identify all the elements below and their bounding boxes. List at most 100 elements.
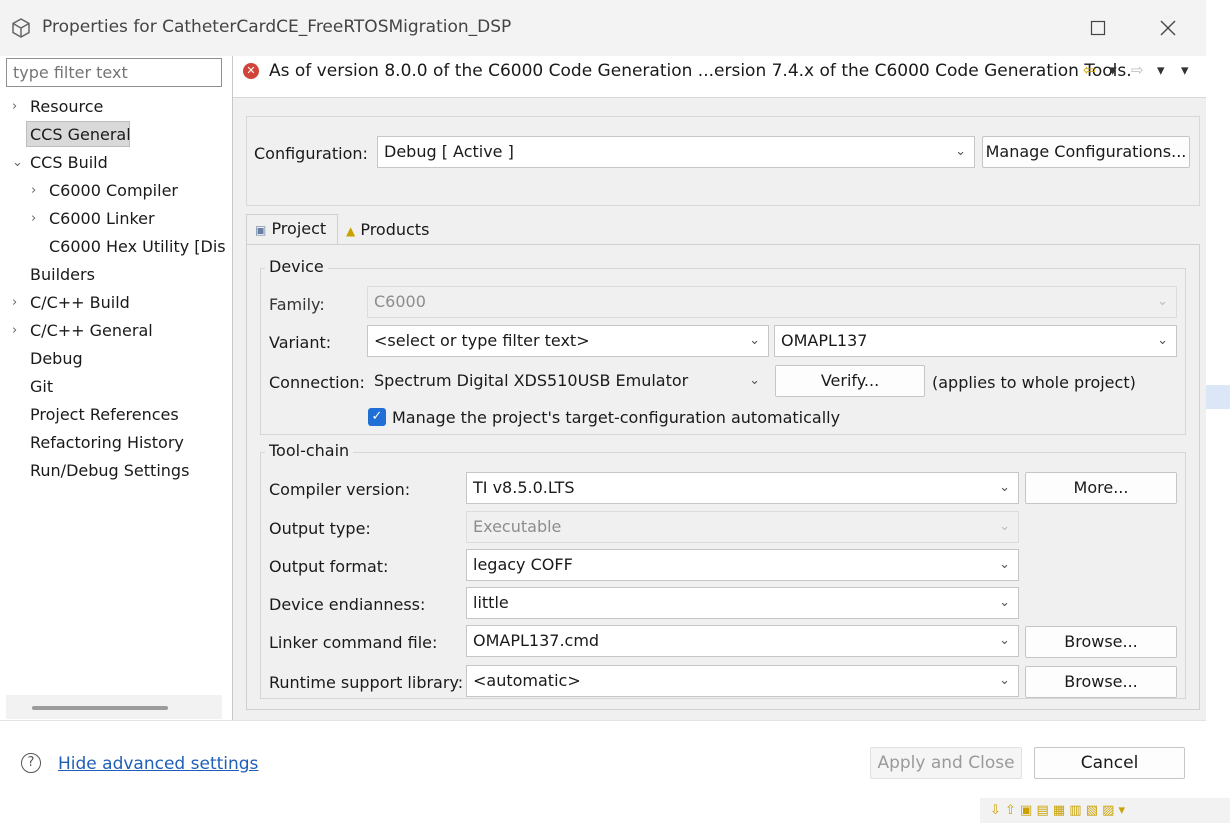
- cancel-button[interactable]: Cancel: [1034, 747, 1185, 779]
- project-tab-content: Device Family: C6000 ⌄ Variant: <select …: [246, 244, 1200, 710]
- chevron-down-icon: ⌄: [1157, 294, 1168, 309]
- nav-item-label: Debug: [30, 349, 83, 368]
- scrollbar-thumb[interactable]: [32, 706, 168, 710]
- hide-advanced-settings-link[interactable]: Hide advanced settings: [58, 754, 258, 774]
- endianness-select[interactable]: little ⌄: [466, 587, 1019, 619]
- linker-command-value: OMAPL137.cmd: [473, 631, 600, 650]
- nav-item-project-references[interactable]: Project References: [30, 402, 220, 428]
- tab-project[interactable]: ▣ Project: [246, 214, 338, 244]
- chevron-down-icon: ⌄: [999, 480, 1010, 495]
- runtime-library-label: Runtime support library:: [269, 673, 464, 692]
- nav-item-c6000-hex-utility[interactable]: C6000 Hex Utility [Dis: [49, 234, 232, 260]
- filter-input[interactable]: [6, 58, 222, 87]
- close-button[interactable]: [1148, 12, 1188, 44]
- variant-label: Variant:: [269, 333, 332, 352]
- family-select: C6000 ⌄: [367, 286, 1177, 318]
- compiler-version-select[interactable]: TI v8.5.0.LTS ⌄: [466, 472, 1019, 504]
- chevron-down-icon: ⌄: [999, 595, 1010, 610]
- help-icon[interactable]: ?: [21, 753, 41, 773]
- chevron-right-icon[interactable]: ›: [31, 178, 45, 204]
- message-bar: ✕ As of version 8.0.0 of the C6000 Code …: [233, 56, 1206, 98]
- nav-item-resource[interactable]: › Resource: [12, 94, 212, 120]
- tab-products[interactable]: ▲ Products: [338, 216, 438, 246]
- output-format-value: legacy COFF: [473, 555, 573, 574]
- browse-linker-button[interactable]: Browse...: [1025, 626, 1177, 658]
- manage-configurations-button[interactable]: Manage Configurations...: [982, 136, 1190, 168]
- nav-item-c6000-compiler[interactable]: › C6000 Compiler: [31, 178, 221, 204]
- toolchain-group: Tool-chain Compiler version: TI v8.5.0.L…: [260, 441, 1186, 699]
- variant-filter-select[interactable]: <select or type filter text> ⌄: [367, 325, 769, 357]
- variant-select[interactable]: OMAPL137 ⌄: [774, 325, 1177, 357]
- properties-dialog: Properties for CatheterCardCE_FreeRTOSMi…: [0, 0, 1206, 803]
- maximize-icon: [1090, 20, 1106, 36]
- linker-command-label: Linker command file:: [269, 633, 438, 652]
- nav-item-cpp-general[interactable]: › C/C++ General: [12, 318, 212, 344]
- chevron-right-icon[interactable]: ›: [12, 290, 26, 316]
- chevron-right-icon[interactable]: ›: [12, 94, 26, 120]
- runtime-library-value: <automatic>: [473, 671, 581, 690]
- nav-item-refactoring-history[interactable]: Refactoring History: [30, 430, 220, 456]
- nav-item-cpp-build[interactable]: › C/C++ Build: [12, 290, 212, 316]
- chevron-down-icon[interactable]: ⌄: [12, 150, 26, 176]
- endianness-label: Device endianness:: [269, 595, 426, 614]
- connection-value: Spectrum Digital XDS510USB Emulator: [374, 371, 689, 390]
- output-format-select[interactable]: legacy COFF ⌄: [466, 549, 1019, 581]
- project-icon: ▣: [255, 223, 267, 237]
- toolbar-icons: ⇩ ⇧ ▣ ▤ ▦ ▥ ▧ ▨ ▾: [990, 803, 1126, 818]
- nav-item-label: Builders: [30, 265, 95, 284]
- manage-target-checkbox[interactable]: ✓: [368, 408, 386, 426]
- nav-item-run-debug-settings[interactable]: Run/Debug Settings: [30, 458, 220, 484]
- maximize-button[interactable]: [1078, 12, 1118, 44]
- nav-item-ccs-build[interactable]: ⌄ CCS Build: [12, 150, 212, 176]
- runtime-library-select[interactable]: <automatic> ⌄: [466, 665, 1019, 697]
- compiler-version-value: TI v8.5.0.LTS: [473, 478, 575, 497]
- title-bar: Properties for CatheterCardCE_FreeRTOSMi…: [0, 0, 1206, 56]
- nav-item-ccs-general[interactable]: CCS General: [26, 121, 131, 147]
- nav-item-builders[interactable]: Builders: [30, 262, 210, 288]
- connection-select[interactable]: Spectrum Digital XDS510USB Emulator ⌄: [367, 365, 769, 397]
- nav-item-label: Project References: [30, 405, 179, 424]
- nav-item-label: Git: [30, 377, 54, 396]
- output-type-label: Output type:: [269, 519, 371, 538]
- close-icon: [1160, 20, 1176, 36]
- nav-item-label: CCS General: [30, 125, 131, 144]
- output-type-value: Executable: [473, 517, 562, 536]
- verify-button[interactable]: Verify...: [775, 365, 925, 397]
- applies-note: (applies to whole project): [932, 373, 1136, 392]
- apply-and-close-button[interactable]: Apply and Close: [870, 747, 1022, 779]
- nav-item-label: C6000 Compiler: [49, 181, 178, 200]
- device-group-title: Device: [265, 257, 328, 276]
- nav-item-git[interactable]: Git: [30, 374, 210, 400]
- forward-arrow-icon[interactable]: ⇨: [1131, 61, 1144, 79]
- chevron-down-icon: ⌄: [999, 557, 1010, 572]
- chevron-down-icon: ⌄: [999, 519, 1010, 534]
- dialog-footer: ? Hide advanced settings Apply and Close…: [0, 720, 1206, 803]
- family-label: Family:: [269, 295, 325, 314]
- error-message: As of version 8.0.0 of the C6000 Code Ge…: [269, 61, 1132, 81]
- browse-runtime-button[interactable]: Browse...: [1025, 666, 1177, 698]
- chevron-down-icon: ⌄: [749, 373, 760, 388]
- more-button[interactable]: More...: [1025, 472, 1177, 504]
- nav-item-debug[interactable]: Debug: [30, 346, 210, 372]
- chevron-right-icon[interactable]: ›: [31, 206, 45, 232]
- chevron-down-icon: ⌄: [955, 144, 966, 159]
- nav-item-label: Resource: [30, 97, 104, 116]
- linker-command-select[interactable]: OMAPL137.cmd ⌄: [466, 625, 1019, 657]
- forward-menu-icon[interactable]: ▾: [1157, 61, 1165, 79]
- variant-value: OMAPL137: [781, 331, 868, 350]
- properties-content: ✕ As of version 8.0.0 of the C6000 Code …: [233, 56, 1206, 720]
- chevron-down-icon: ⌄: [999, 673, 1010, 688]
- back-arrow-icon[interactable]: ⇦: [1083, 61, 1096, 79]
- nav-item-c6000-linker[interactable]: › C6000 Linker: [31, 206, 221, 232]
- nav-item-label: C/C++ Build: [30, 293, 130, 312]
- configuration-panel: Configuration: Debug [ Active ] ⌄ Manage…: [246, 116, 1200, 206]
- nav-item-label: CCS Build: [30, 153, 108, 172]
- view-menu-icon[interactable]: ▾: [1181, 61, 1189, 79]
- chevron-right-icon[interactable]: ›: [12, 318, 26, 344]
- nav-horizontal-scrollbar[interactable]: [6, 695, 222, 719]
- configuration-select[interactable]: Debug [ Active ] ⌄: [377, 136, 975, 168]
- configuration-value: Debug [ Active ]: [384, 142, 514, 161]
- back-menu-icon[interactable]: ▾: [1109, 61, 1117, 79]
- background-window-fragment: [1206, 385, 1230, 409]
- chevron-down-icon: ⌄: [999, 633, 1010, 648]
